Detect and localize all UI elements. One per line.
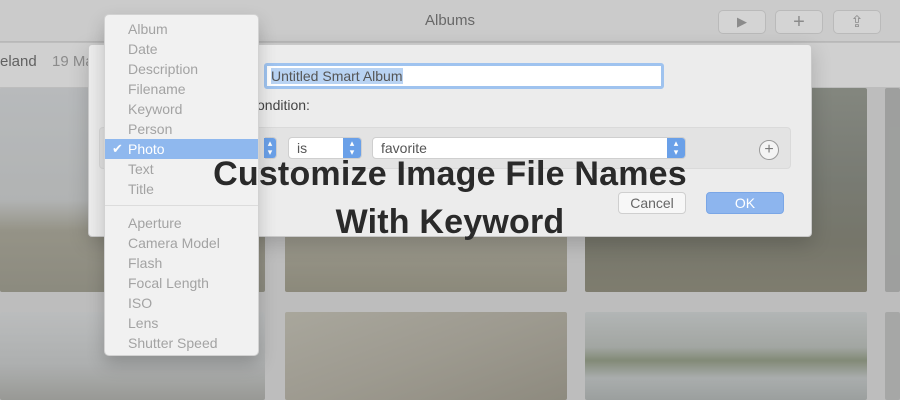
menu-item-filename[interactable]: Filename [105,79,258,99]
menu-item-focal-length[interactable]: Focal Length [105,273,258,293]
headline-line-2: With Keyword [335,203,565,241]
menu-item-album[interactable]: Album [105,19,258,39]
menu-item-date[interactable]: Date [105,39,258,59]
menu-item-shutter-speed[interactable]: Shutter Speed [105,333,258,353]
album-name-text: Untitled Smart Album [271,68,403,84]
album-name-field[interactable]: Untitled Smart Album [264,63,664,89]
menu-item-description[interactable]: Description [105,59,258,79]
menu-item-iso[interactable]: ISO [105,293,258,313]
menu-item-flash[interactable]: Flash [105,253,258,273]
headline-line-1: Customize Image File Names [213,155,687,193]
operator-value: is [297,140,308,156]
menu-item-keyword[interactable]: Keyword [105,99,258,119]
menu-item-lens[interactable]: Lens [105,313,258,333]
condition-value: favorite [381,140,427,156]
menu-item-person[interactable]: Person [105,119,258,139]
condition-label: ondition: [257,97,310,113]
